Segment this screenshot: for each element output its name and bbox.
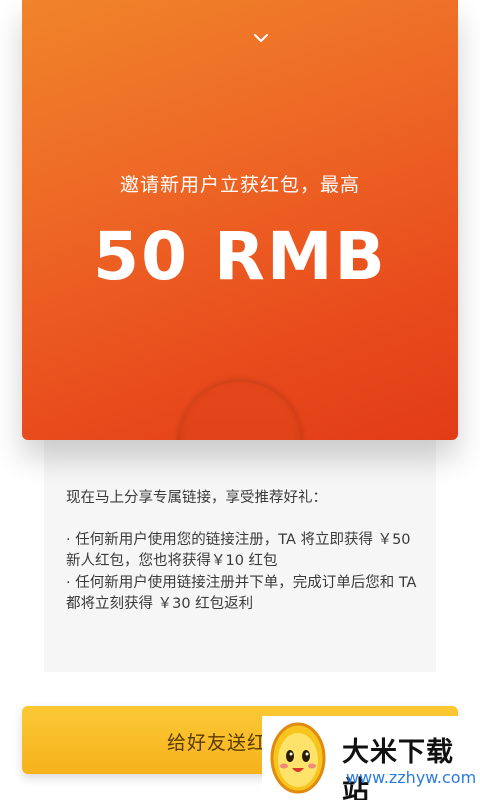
watermark: 大米下载站 www.zzhyw.com <box>262 716 480 800</box>
invite-rules-card: 现在马上分享专属链接，享受推荐好礼： · 任何新用户使用您的链接注册，TA 将立… <box>44 440 436 672</box>
envelope-flap <box>177 382 303 440</box>
invite-intro-text: 现在马上分享专属链接，享受推荐好礼： <box>66 490 327 506</box>
red-envelope: 邀请新用户立获红包，最高 50 RMB <box>22 0 458 440</box>
chevron-down-icon[interactable] <box>248 28 274 48</box>
invite-page: 邀请新用户立获红包，最高 50 RMB 现在马上分享专属链接，享受推荐好礼： ·… <box>0 0 480 800</box>
rice-mascot-logo <box>268 720 328 796</box>
envelope-subtitle: 邀请新用户立获红包，最高 <box>119 174 360 196</box>
watermark-title: 大米下载站 <box>342 737 454 800</box>
invite-rule-order: · 任何新用户使用链接注册并下单，完成订单后您和 TA 都将立刻获得 ￥30 红… <box>66 575 417 612</box>
reward-amount: 50 RMB <box>93 218 387 295</box>
invite-rule-register: · 任何新用户使用您的链接注册，TA 将立即获得 ￥50 新人红包，您也将获得￥… <box>66 532 411 569</box>
watermark-url: www.zzhyw.com <box>346 768 477 787</box>
share-button-label: 给好友送红 <box>167 732 268 754</box>
